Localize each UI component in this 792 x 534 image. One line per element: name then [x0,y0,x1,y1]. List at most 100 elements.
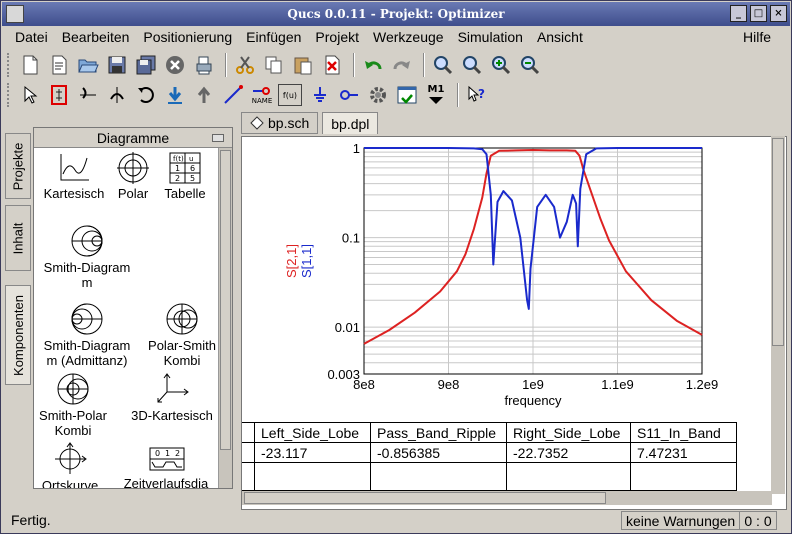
table-cell [242,462,255,491]
component-zeitverlauf[interactable]: 0 1 2 Zeitverlaufsdia gramm [112,442,220,488]
equation-icon[interactable]: f(u) [278,84,302,106]
menu-projekt[interactable]: Projekt [308,29,366,45]
close-button[interactable]: × [770,5,787,22]
table-icon-text: f(t) [173,155,184,163]
tab-projekte[interactable]: Projekte [5,133,31,199]
component-label: Tabelle [164,186,206,201]
close-icon[interactable] [162,52,188,78]
menu-werkzeuge[interactable]: Werkzeuge [366,29,451,45]
component-smith-polar[interactable]: Smith-Polar Kombi [38,372,108,438]
component-smith[interactable]: Smith-Diagram m [38,224,136,290]
whats-this-icon[interactable]: ? [464,82,490,108]
new-text-icon[interactable] [46,52,72,78]
undo-icon[interactable] [360,52,386,78]
y-tick-label: 1 [353,141,360,156]
svg-text:?: ? [478,87,485,101]
select-icon[interactable] [17,82,43,108]
components-category[interactable]: Diagramme [34,128,232,148]
zoom-fit-icon[interactable] [430,52,456,78]
results-table[interactable]: r Left_Side_Lobe Pass_Band_Ripple Right_… [242,422,737,491]
smith-polar-icon [57,373,89,405]
paste-icon[interactable] [290,52,316,78]
open-folder-icon[interactable] [75,52,101,78]
tab-inhalt-label: Inhalt [10,222,26,254]
redo-icon[interactable] [389,52,415,78]
simulate-icon[interactable] [365,82,391,108]
component-label: Zeitverlaufsdia gramm [123,476,209,488]
locus-icon [55,442,87,474]
minimize-button[interactable]: _ [730,5,747,22]
cursor-position: 0 : 0 [739,511,777,530]
tab-projekte-label: Projekte [10,142,26,190]
mirror-y-icon[interactable] [104,82,130,108]
menu-einfuegen[interactable]: Einfügen [239,29,308,45]
table-header: r [242,422,255,443]
new-file-icon[interactable] [17,52,43,78]
warnings-indicator[interactable]: keine Warnungen [621,511,741,530]
menu-positionierung[interactable]: Positionierung [136,29,239,45]
component-smith-admittanz[interactable]: Smith-Diagram m (Admittanz) [38,302,136,368]
cartesian-diagram[interactable]: 8e8 9e8 1e9 1.1e9 1.2e90.0030.010.11 frequen… [242,137,787,427]
component-3d-kartesisch[interactable]: 3D-Kartesisch [126,372,218,423]
table-row: -23.117 -0.856385 -22.7352 7.47231 [242,442,737,463]
save-all-icon[interactable] [133,52,159,78]
component-polar-smith[interactable]: Polar-Smith Kombi [144,302,220,368]
component-label: 3D-Kartesisch [131,408,213,423]
deactivate-icon[interactable] [46,82,72,108]
horizontal-scrollbar[interactable] [242,491,772,505]
component-tabelle[interactable]: f(t) u 1 6 2 5 Tabelle [156,152,214,201]
rotate-icon[interactable] [133,82,159,108]
x-tick-label: 1.2e9 [686,377,719,392]
cartesian-3d-icon [157,373,189,403]
table-header: Left_Side_Lobe [254,422,371,443]
ground-icon[interactable] [307,82,333,108]
scrollbar-thumb[interactable] [220,150,231,450]
scrollbar-thumb[interactable] [244,492,606,504]
tab-komponenten[interactable]: Komponenten [5,285,31,385]
leave-subcircuit-icon[interactable] [191,82,217,108]
tab-bp-sch[interactable]: bp.sch [241,112,319,134]
marker-icon[interactable]: M1 [423,82,449,108]
component-ortskurve[interactable]: Ortskurve [38,442,102,488]
menu-datei[interactable]: Datei [8,29,55,45]
component-label: Smith-Diagram m (Admittanz) [43,338,131,368]
components-scrollbar[interactable] [218,148,232,488]
table-cell: -0.856385 [370,442,507,463]
delete-icon[interactable] [319,52,345,78]
menu-simulation[interactable]: Simulation [451,29,530,45]
component-kartesisch[interactable]: Kartesisch [38,152,110,201]
zoom-1to1-icon[interactable] [459,52,485,78]
window-icon[interactable] [6,5,24,23]
menu-bearbeiten[interactable]: Bearbeiten [55,29,137,45]
mirror-x-icon[interactable] [75,82,101,108]
maximize-button[interactable]: □ [750,5,767,22]
category-dropdown-button[interactable] [212,134,224,142]
wire-label-icon[interactable]: NAME [249,82,275,108]
zoom-out-icon[interactable] [517,52,543,78]
vertical-scrollbar[interactable] [771,136,785,494]
scrollbar-thumb[interactable] [772,138,784,346]
copy-icon[interactable] [261,52,287,78]
save-icon[interactable] [104,52,130,78]
document-canvas[interactable]: 8e8 9e8 1e9 1.1e9 1.2e9 0.003 0.01 0.1 1 frequen… [241,136,787,510]
print-icon[interactable] [191,52,217,78]
enter-subcircuit-icon[interactable] [162,82,188,108]
wire-icon[interactable] [220,82,246,108]
tab-bp-dpl[interactable]: bp.dpl [322,112,379,134]
port-icon[interactable] [336,82,362,108]
menu-hilfe[interactable]: Hilfe [736,29,778,45]
table-header: Pass_Band_Ripple [370,422,507,443]
cut-icon[interactable] [232,52,258,78]
table-cell [254,462,371,491]
table-row-empty [242,462,737,491]
table-cell [630,462,737,491]
zoom-in-icon[interactable] [488,52,514,78]
tab-inhalt[interactable]: Inhalt [5,205,31,271]
menu-ansicht[interactable]: Ansicht [530,29,590,45]
polar-smith-icon [166,303,198,335]
table-header: Right_Side_Lobe [506,422,631,443]
view-data-icon[interactable] [394,82,420,108]
component-polar[interactable]: Polar [112,152,154,201]
component-label: Smith-Diagram m [43,260,131,290]
table-icon-text: 6 [190,164,195,173]
